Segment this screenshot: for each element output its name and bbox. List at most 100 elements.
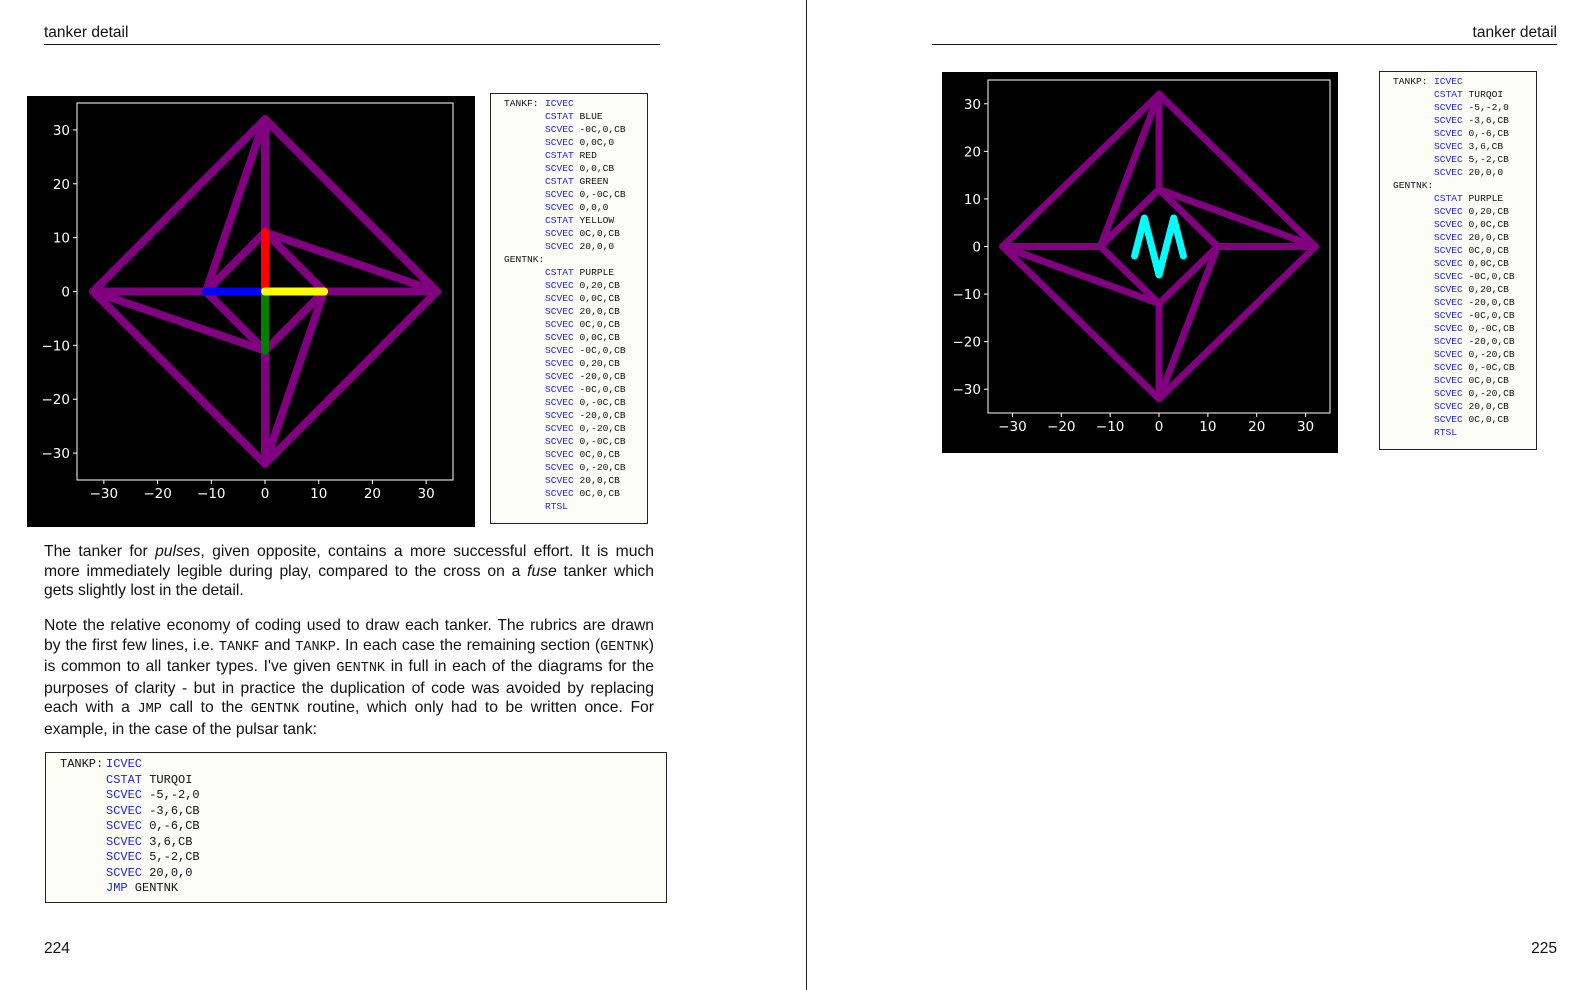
header-rule bbox=[44, 44, 660, 45]
code-args: YELLOW bbox=[573, 215, 615, 226]
code-args: 0,20,CB bbox=[573, 280, 620, 291]
x-tick-label: −10 bbox=[197, 486, 226, 502]
code-args: 0,-0C,CB bbox=[573, 397, 626, 408]
code-args: RED bbox=[573, 150, 597, 161]
code-line: SCVEC 20,0,CB bbox=[504, 474, 647, 487]
code-args: 20,0,0 bbox=[142, 865, 193, 880]
code-opcode: SCVEC bbox=[545, 332, 574, 343]
code-line: SCVEC -0C,0,CB bbox=[1393, 270, 1536, 283]
code-opcode: SCVEC bbox=[545, 475, 574, 486]
body-text: The tanker for pulses, given opposite, c… bbox=[44, 542, 654, 755]
code-line: SCVEC 0,20,CB bbox=[504, 357, 647, 370]
code-args: 0,20,CB bbox=[1462, 206, 1509, 217]
code-opcode: CSTAT bbox=[1434, 193, 1463, 204]
code-line: CSTAT GREEN bbox=[504, 175, 647, 188]
code-line: SCVEC 5,-2,CB bbox=[1393, 153, 1536, 166]
running-head: tanker detail bbox=[44, 24, 129, 41]
code-line: SCVEC 0,-20,CB bbox=[1393, 387, 1536, 400]
code-opcode: SCVEC bbox=[1434, 115, 1463, 126]
code-args: -20,0,CB bbox=[1462, 336, 1515, 347]
code-line: SCVEC 0C,0,CB bbox=[1393, 374, 1536, 387]
code-opcode: CSTAT bbox=[545, 176, 574, 187]
y-tick-label: 0 bbox=[972, 240, 981, 256]
code-label: GENTNK: bbox=[504, 254, 545, 265]
y-tick-label: 0 bbox=[61, 285, 70, 301]
header-rule bbox=[932, 44, 1557, 45]
code-line: SCVEC 0,20,CB bbox=[1393, 205, 1536, 218]
x-tick-label: 30 bbox=[1297, 419, 1314, 435]
code-line: SCVEC -20,0,CB bbox=[1393, 335, 1536, 348]
pulsar-tanker-plot: −30 −30 −20 −20 −10 −10 0 0 10 10 20 20 30 30 bbox=[953, 79, 1331, 435]
code-opcode: SCVEC bbox=[545, 410, 574, 421]
code-opcode: SCVEC bbox=[545, 163, 574, 174]
text-run: and bbox=[259, 636, 296, 654]
code-opcode: CSTAT bbox=[545, 111, 574, 122]
code-args: 0,20,CB bbox=[1462, 284, 1509, 295]
pulsar-jmp-listing: TANKP: ICVEC CSTAT TURQOI SCVEC -5,-2,0 SCVE… bbox=[45, 752, 667, 903]
code-opcode: RTSL bbox=[545, 501, 569, 512]
outer-diamond-edge bbox=[1155, 90, 1319, 250]
code-line: CSTAT YELLOW bbox=[504, 214, 647, 227]
code-opcode: SCVEC bbox=[1434, 388, 1463, 399]
code-line: SCVEC 20,0,CB bbox=[504, 305, 647, 318]
code-line: TANKP: ICVEC bbox=[60, 757, 666, 773]
code-args: 20,0,0 bbox=[573, 241, 615, 252]
code-args: 20,0,0 bbox=[1462, 167, 1504, 178]
code-opcode: SCVEC bbox=[545, 488, 574, 499]
outer-diamond-edge bbox=[999, 90, 1163, 250]
code-line: SCVEC 0C,0,CB bbox=[1393, 413, 1536, 426]
code-line: SCVEC 0,-0C,CB bbox=[1393, 322, 1536, 335]
y-tick-label: 10 bbox=[53, 231, 70, 247]
code-line: SCVEC 0,0,CB bbox=[504, 162, 647, 175]
code-opcode: SCVEC bbox=[545, 319, 574, 330]
rubric-cyan bbox=[1131, 214, 1187, 279]
code-line: SCVEC 20,0,0 bbox=[1393, 166, 1536, 179]
code-line: SCVEC 20,0,CB bbox=[1393, 400, 1536, 413]
code-args: 20,0,CB bbox=[1462, 232, 1509, 243]
code-line: SCVEC 0,-20,CB bbox=[504, 422, 647, 435]
code-opcode: CSTAT bbox=[106, 772, 143, 787]
outer-diamond-edge bbox=[1155, 243, 1319, 403]
code-args: 0C,0,CB bbox=[573, 488, 620, 499]
text-run: . In each case the remaining section ( bbox=[335, 636, 601, 654]
x-tick-label: 10 bbox=[1199, 419, 1216, 435]
y-tick-label: 30 bbox=[964, 97, 981, 113]
fuse-tanker-code-listing: TANKF: ICVEC CSTAT BLUE SCVEC -0C,0,CB SCVEC… bbox=[490, 93, 648, 524]
pulsar-tanker-diagram: −30 −30 −20 −20 −10 −10 0 0 10 10 20 20 30 30 bbox=[942, 72, 1338, 453]
y-tick-label: −20 bbox=[953, 335, 982, 351]
code-opcode: SCVEC bbox=[545, 462, 574, 473]
code-line: SCVEC 0,20,CB bbox=[1393, 283, 1536, 296]
code-opcode: SCVEC bbox=[1434, 349, 1463, 360]
kite-connector bbox=[1155, 243, 1222, 403]
code-line: SCVEC 0,0C,CB bbox=[1393, 257, 1536, 270]
code-opcode: SCVEC bbox=[545, 345, 574, 356]
code-line: SCVEC 0,-0C,CB bbox=[504, 188, 647, 201]
code-opcode: SCVEC bbox=[545, 137, 574, 148]
code-line: CSTAT TURQOI bbox=[60, 773, 666, 789]
code-line: SCVEC 20,0,0 bbox=[504, 240, 647, 253]
inline-code: GENTNK bbox=[336, 661, 386, 676]
code-opcode: SCVEC bbox=[545, 358, 574, 369]
code-line: SCVEC -0C,0,CB bbox=[504, 383, 647, 396]
code-args: TURQOI bbox=[1462, 89, 1504, 100]
code-opcode: JMP bbox=[106, 881, 128, 895]
inline-code: TANKF bbox=[218, 639, 260, 655]
code-args: 0,-0C,CB bbox=[1462, 362, 1515, 373]
code-args: -20,0,CB bbox=[1462, 297, 1515, 308]
code-line: SCVEC 0,-0C,CB bbox=[504, 396, 647, 409]
code-line: JMP GENTNK bbox=[60, 881, 666, 897]
code-line: GENTNK: bbox=[504, 253, 647, 266]
x-tick-label: −10 bbox=[1096, 419, 1125, 435]
code-label: TANKP: bbox=[60, 757, 104, 771]
code-line: SCVEC -3,6,CB bbox=[60, 804, 666, 820]
code-line: CSTAT PURPLE bbox=[1393, 192, 1536, 205]
y-tick-label: −30 bbox=[42, 446, 71, 462]
code-args: TURQOI bbox=[142, 772, 193, 787]
code-args: 0,0,0 bbox=[573, 202, 609, 213]
code-opcode: SCVEC bbox=[545, 436, 574, 447]
code-args: BLUE bbox=[573, 111, 603, 122]
y-tick-label: −30 bbox=[953, 382, 982, 398]
code-opcode: SCVEC bbox=[1434, 232, 1463, 243]
text-run: call to the bbox=[161, 699, 251, 716]
right-page: tanker detail −30 −30 −20 −20 −10 −10 0 0 10 10 20… bbox=[807, 0, 1588, 990]
